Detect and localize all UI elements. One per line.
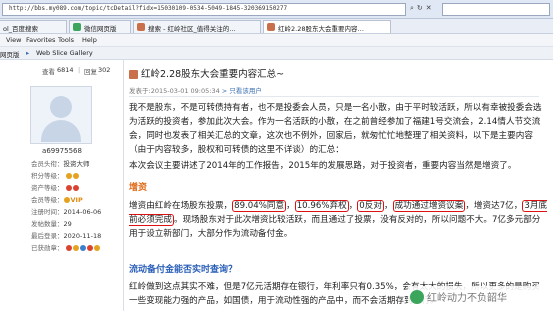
crown-icon — [63, 197, 70, 203]
replies-label: 回复 — [84, 68, 97, 76]
url-field[interactable]: http://bbs.my089.com/topic/tcDetail?fidx… — [2, 3, 406, 16]
url-text: http://bbs.my089.com/topic/tcDetail?fidx… — [9, 5, 288, 12]
profile-value: 2020-11-18 — [63, 232, 102, 240]
divider — [129, 96, 539, 97]
only-this-user-link[interactable]: > 只看该用户 — [220, 87, 262, 95]
favorite-web-slice-gallery[interactable]: Web Slice Gallery — [36, 49, 93, 57]
favorite-webpage[interactable]: 网页版 — [0, 49, 20, 59]
tab-label: 微信网页版 — [84, 25, 117, 33]
tab-label: 搜索 - 红岭社区_值得关注的… — [148, 25, 236, 33]
paragraph-summary: 本次会议主要讲述了2014年的工作报告，2015年的发展思路，对于投资者，重要内… — [129, 161, 517, 171]
browser-search-box[interactable] — [442, 3, 550, 16]
favorites-bar: 网页版 ▸ Web Slice Gallery — [0, 47, 553, 60]
post-meta: 发表于:2015-03-01 09:05:34 > 只看该用户 — [129, 85, 262, 97]
views-count: 6814 — [57, 66, 74, 74]
paragraph-vote-result: 增资由红岭在场股东投票， 89.04%同意， 10.96%弃权， 0反对，成功通过增资… — [129, 199, 548, 241]
profile-lastlogin-row: 最后登录：2020-11-18 — [31, 230, 101, 240]
replies-count: 302 — [98, 66, 111, 74]
profile-value: 29 — [63, 220, 72, 228]
medal-icon[interactable] — [93, 245, 100, 251]
post-content: 红岭2.28股东大会重要内容汇总~ 发表于:2015-03-01 09:05:3… — [124, 60, 553, 311]
text-segment: ，增资达7亿， — [465, 201, 523, 211]
asset-level-icon — [72, 185, 79, 191]
watermark: 红岭动力不负韶华 — [408, 286, 553, 308]
wechat-icon — [73, 23, 81, 31]
post-type-icon — [129, 70, 138, 79]
profile-label: 注册时间： — [31, 208, 64, 216]
text-segment: ， — [383, 201, 393, 211]
site-favicon — [137, 23, 145, 31]
search-dropdown-icon[interactable]: ⌕ — [410, 4, 414, 12]
paragraph-intro: 我不是股东，不是可转债持有者，也不是投委会人员，只是一名小散，由于平时较活跃，所… — [129, 103, 542, 155]
stats-separator: | — [78, 66, 81, 74]
profile-label: 最后登录： — [31, 232, 64, 240]
menu-view[interactable]: View — [6, 36, 21, 44]
author-sidebar: 查看 6814 | 回复 302 a69975568 会员头衔：投资大师 积分等… — [0, 60, 124, 311]
medal-icon[interactable] — [65, 245, 72, 251]
profile-label: 已获勋章： — [31, 244, 64, 252]
highlight-abstain: 10.96%弃权 — [294, 200, 349, 212]
text-segment: ， — [348, 201, 358, 211]
tab-label: 红岭2.28股东大会重要内容… — [278, 25, 364, 33]
profile-points-row: 积分等级： — [31, 170, 80, 180]
points-level-icon — [72, 173, 79, 179]
points-level-icon — [65, 173, 72, 179]
text-segment: ， — [286, 201, 295, 211]
address-bar: http://bbs.my089.com/topic/tcDetail?fidx… — [0, 0, 553, 19]
profile-assets-row: 资产等级： — [31, 182, 80, 192]
menu-bar: View Favorites Tools Help — [0, 34, 553, 47]
nav-controls: ⌕ ↻ ✕ — [410, 3, 436, 16]
profile-posts-row: 发帖数量：29 — [31, 218, 72, 228]
refresh-icon[interactable]: ↻ — [417, 4, 423, 12]
medal-icon[interactable] — [79, 245, 86, 251]
tab-bar: ol_百度搜索 微信网页版 搜索 - 红岭社区_值得关注的… 红岭2.28股东大… — [0, 19, 553, 34]
favorite-suggested-sites-icon[interactable]: ▸ — [26, 49, 29, 57]
menu-tools[interactable]: Tools — [58, 36, 74, 44]
wechat-logo-icon — [410, 290, 424, 304]
asset-level-icon — [65, 185, 72, 191]
profile-label: 资产等级： — [31, 184, 64, 192]
avatar-head — [50, 96, 72, 118]
avatar-body — [41, 120, 81, 142]
profile-label: 会员等级： — [31, 196, 64, 204]
text-segment: 。现场股东对于此次增资比较活跃，而且通过了投票，没有反对的，所以问题不大。7亿多… — [129, 215, 541, 239]
profile-label: 积分等级： — [31, 172, 64, 180]
tab-label: ol_百度搜索 — [3, 25, 39, 33]
watermark-text: 红岭动力不负韶华 — [427, 293, 507, 304]
highlight-agree: 89.04%同意 — [232, 200, 287, 212]
post-title-row: 红岭2.28股东大会重要内容汇总~ — [129, 66, 284, 80]
tab-wechat-web[interactable]: 微信网页版 — [69, 20, 131, 33]
highlight-oppose: 0反对 — [357, 200, 384, 212]
section-heading-increase: 增资 — [129, 183, 148, 193]
vip-badge: VIP — [70, 196, 83, 204]
profile-title-row: 会员头衔：投资大师 — [31, 158, 90, 168]
username[interactable]: a69975568 — [0, 147, 124, 155]
profile-label: 发帖数量： — [31, 220, 64, 228]
menu-favorites[interactable]: Favorites — [26, 36, 55, 44]
post-title: 红岭2.28股东大会重要内容汇总~ — [141, 69, 285, 80]
views-label: 查看 — [42, 68, 55, 76]
profile-medals-row: 已获勋章： — [31, 242, 101, 252]
avatar[interactable] — [30, 86, 92, 144]
medal-icon[interactable] — [86, 245, 93, 251]
section-heading-liquidity: 流动备付金能否实时查询？ — [129, 265, 238, 275]
highlight-passed: 成功通过增资议案 — [392, 200, 466, 212]
close-icon[interactable]: ✕ — [426, 4, 432, 12]
profile-value: 2014-06-06 — [63, 208, 102, 216]
profile-value: 投资大师 — [63, 160, 90, 168]
profile-vip-row: 会员等级： VIP — [31, 194, 83, 204]
text-segment: 增资由红岭在场股东投票， — [129, 201, 233, 211]
profile-registered-row: 注册时间：2014-06-06 — [31, 206, 101, 216]
tab-search-results[interactable]: 搜索 - 红岭社区_值得关注的… — [133, 20, 261, 33]
tab-baidu-search[interactable]: ol_百度搜索 — [0, 20, 67, 33]
profile-label: 会员头衔： — [31, 160, 64, 168]
medal-icon[interactable] — [72, 245, 79, 251]
site-favicon — [267, 23, 275, 31]
menu-help[interactable]: Help — [82, 36, 97, 44]
tab-current-post[interactable]: 红岭2.28股东大会重要内容… — [263, 20, 391, 33]
